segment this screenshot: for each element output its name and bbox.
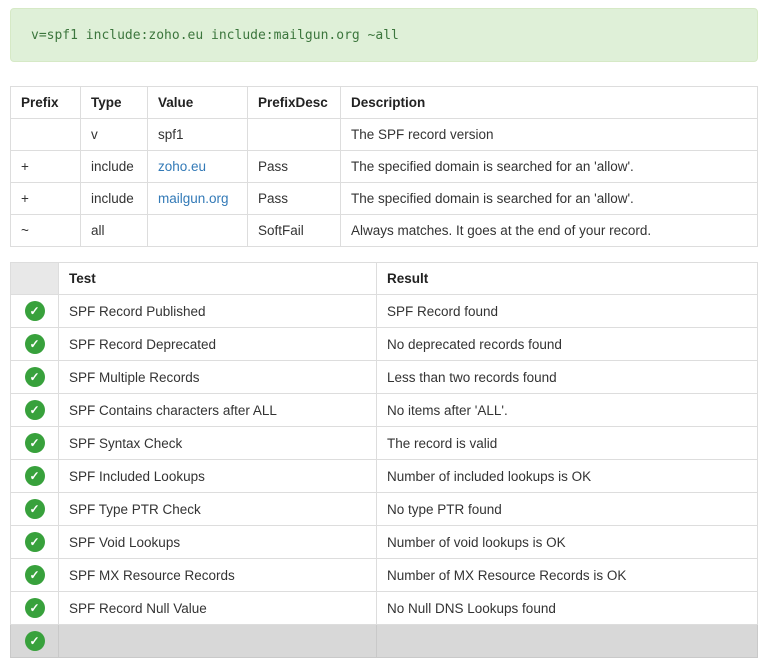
check-icon: ✓ [25, 367, 45, 387]
check-icon: ✓ [25, 301, 45, 321]
test-result-cell: Number of MX Resource Records is OK [377, 559, 758, 592]
status-cell: ✓ [11, 328, 59, 361]
test-name-cell: SPF Record Null Value [59, 592, 377, 625]
spf-table-row: +include zoho.eu PassThe specified domain … [11, 151, 758, 183]
status-cell: ✓ [11, 625, 59, 658]
type-cell: include [81, 151, 148, 183]
col-header-test: Test [59, 263, 377, 295]
status-cell: ✓ [11, 493, 59, 526]
test-table-row: ✓ SPF Syntax CheckThe record is valid [11, 427, 758, 460]
status-cell: ✓ [11, 295, 59, 328]
spf-test-table: Test Result ✓SPF Record PublishedSPF Rec… [10, 262, 758, 658]
test-table-row: ✓ SPF Void LookupsNumber of void lookups … [11, 526, 758, 559]
test-name-cell: SPF Included Lookups [59, 460, 377, 493]
spf-record-text: v=spf1 include:zoho.eu include:mailgun.o… [31, 28, 399, 43]
check-icon: ✓ [25, 532, 45, 552]
status-cell: ✓ [11, 361, 59, 394]
test-name-cell: SPF Contains characters after ALL [59, 394, 377, 427]
value-cell [148, 215, 248, 247]
col-header-value: Value [148, 87, 248, 119]
prefixdesc-cell: SoftFail [248, 215, 341, 247]
type-cell: v [81, 119, 148, 151]
domain-link[interactable]: mailgun.org [158, 191, 229, 206]
test-table-row: ✓ SPF Record DeprecatedNo deprecated reco… [11, 328, 758, 361]
spf-table-body: vspf1 The SPF record version +include zoho.… [11, 119, 758, 247]
test-table-row: ✓ SPF Type PTR CheckNo type PTR found [11, 493, 758, 526]
prefix-cell [11, 119, 81, 151]
spf-record-box: v=spf1 include:zoho.eu include:mailgun.o… [10, 8, 758, 62]
status-cell: ✓ [11, 592, 59, 625]
test-result-cell: Number of void lookups is OK [377, 526, 758, 559]
col-header-result: Result [377, 263, 758, 295]
test-name-cell: SPF Type PTR Check [59, 493, 377, 526]
test-table-row-partial: ✓ [11, 625, 758, 658]
spf-table-row: vspf1 The SPF record version [11, 119, 758, 151]
test-name-cell [59, 625, 377, 658]
check-icon: ✓ [25, 565, 45, 585]
prefix-cell: ~ [11, 215, 81, 247]
description-cell: Always matches. It goes at the end of yo… [341, 215, 758, 247]
test-table-row: ✓ SPF Contains characters after ALLNo ite… [11, 394, 758, 427]
spf-table-row: ~all SoftFailAlways matches. It goes at t… [11, 215, 758, 247]
status-cell: ✓ [11, 460, 59, 493]
col-header-prefixdesc: PrefixDesc [248, 87, 341, 119]
test-table-row: ✓ SPF Multiple RecordsLess than two recor… [11, 361, 758, 394]
col-header-description: Description [341, 87, 758, 119]
description-cell: The SPF record version [341, 119, 758, 151]
test-result-cell: The record is valid [377, 427, 758, 460]
status-cell: ✓ [11, 394, 59, 427]
test-name-cell: SPF Syntax Check [59, 427, 377, 460]
test-result-cell: Less than two records found [377, 361, 758, 394]
test-table-row: ✓ SPF Included LookupsNumber of included … [11, 460, 758, 493]
test-result-cell [377, 625, 758, 658]
status-cell: ✓ [11, 526, 59, 559]
prefixdesc-cell [248, 119, 341, 151]
description-cell: The specified domain is searched for an … [341, 183, 758, 215]
prefix-cell: + [11, 183, 81, 215]
check-icon: ✓ [25, 499, 45, 519]
type-cell: all [81, 215, 148, 247]
prefixdesc-cell: Pass [248, 183, 341, 215]
type-cell: include [81, 183, 148, 215]
prefix-cell: + [11, 151, 81, 183]
check-icon: ✓ [25, 400, 45, 420]
value-cell: zoho.eu [148, 151, 248, 183]
prefixdesc-cell: Pass [248, 151, 341, 183]
test-table-row: ✓ SPF Record Null ValueNo Null DNS Lookup… [11, 592, 758, 625]
spf-record-table: Prefix Type Value PrefixDesc Description… [10, 86, 758, 247]
status-cell: ✓ [11, 559, 59, 592]
check-icon: ✓ [25, 334, 45, 354]
test-name-cell: SPF Record Deprecated [59, 328, 377, 361]
test-result-cell: No Null DNS Lookups found [377, 592, 758, 625]
test-name-cell: SPF Record Published [59, 295, 377, 328]
check-icon: ✓ [25, 598, 45, 618]
test-result-cell: SPF Record found [377, 295, 758, 328]
check-icon: ✓ [25, 466, 45, 486]
status-cell: ✓ [11, 427, 59, 460]
value-cell: spf1 [148, 119, 248, 151]
col-header-prefix: Prefix [11, 87, 81, 119]
test-name-cell: SPF Multiple Records [59, 361, 377, 394]
test-table-body: ✓ SPF Record PublishedSPF Record found ✓ SP… [11, 295, 758, 658]
test-table-header-row: Test Result [11, 263, 758, 295]
test-table-row: ✓ SPF Record PublishedSPF Record found [11, 295, 758, 328]
col-header-type: Type [81, 87, 148, 119]
test-table-row: ✓ SPF MX Resource RecordsNumber of MX Res… [11, 559, 758, 592]
test-result-cell: No items after 'ALL'. [377, 394, 758, 427]
value-cell: mailgun.org [148, 183, 248, 215]
test-name-cell: SPF MX Resource Records [59, 559, 377, 592]
check-icon: ✓ [25, 433, 45, 453]
description-cell: The specified domain is searched for an … [341, 151, 758, 183]
test-result-cell: No type PTR found [377, 493, 758, 526]
spf-check-page: v=spf1 include:zoho.eu include:mailgun.o… [0, 0, 768, 666]
check-icon: ✓ [25, 631, 45, 651]
col-header-status [11, 263, 59, 295]
test-name-cell: SPF Void Lookups [59, 526, 377, 559]
spf-table-row: +include mailgun.org PassThe specified dom… [11, 183, 758, 215]
domain-link[interactable]: zoho.eu [158, 159, 206, 174]
test-result-cell: Number of included lookups is OK [377, 460, 758, 493]
test-result-cell: No deprecated records found [377, 328, 758, 361]
spf-table-header-row: Prefix Type Value PrefixDesc Description [11, 87, 758, 119]
